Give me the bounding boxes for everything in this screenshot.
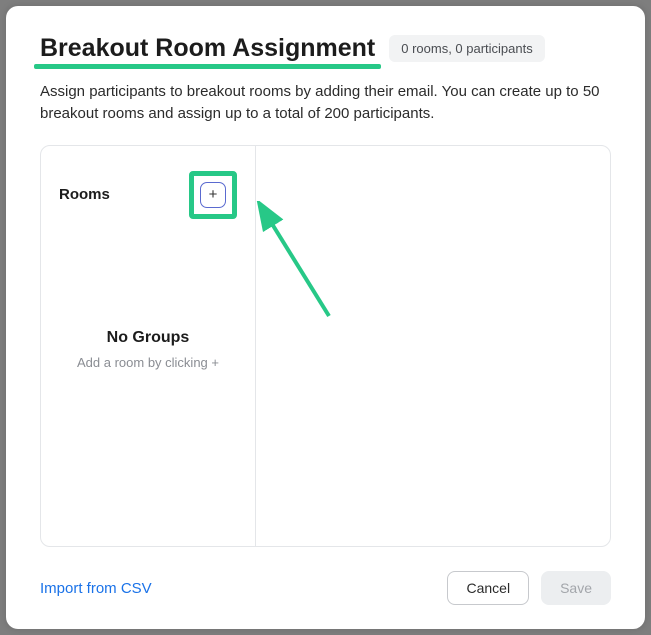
add-room-button[interactable]: + — [200, 182, 226, 208]
empty-state-title: No Groups — [59, 329, 237, 347]
rooms-header-row: Rooms + — [59, 171, 237, 219]
modal-description: Assign participants to breakout rooms by… — [40, 81, 611, 125]
rooms-label: Rooms — [59, 186, 110, 203]
rooms-count-badge: 0 rooms, 0 participants — [389, 35, 545, 62]
empty-state-subtext: Add a room by clicking + — [59, 355, 237, 370]
footer-buttons: Cancel Save — [447, 571, 611, 605]
cancel-button[interactable]: Cancel — [447, 571, 529, 605]
breakout-room-modal: Breakout Room Assignment 0 rooms, 0 part… — [6, 6, 645, 629]
rooms-column: Rooms + No Groups Add a room by clicking… — [41, 146, 256, 547]
modal-footer: Import from CSV Cancel Save — [40, 571, 611, 605]
participants-column — [256, 146, 610, 547]
modal-title: Breakout Room Assignment — [40, 34, 375, 63]
plus-icon: + — [209, 187, 218, 202]
import-csv-link[interactable]: Import from CSV — [40, 580, 152, 597]
empty-state: No Groups Add a room by clicking + — [59, 329, 237, 370]
rooms-panel: Rooms + No Groups Add a room by clicking… — [40, 145, 611, 548]
save-button: Save — [541, 571, 611, 605]
modal-header: Breakout Room Assignment 0 rooms, 0 part… — [40, 34, 611, 63]
add-room-highlight: + — [189, 171, 237, 219]
